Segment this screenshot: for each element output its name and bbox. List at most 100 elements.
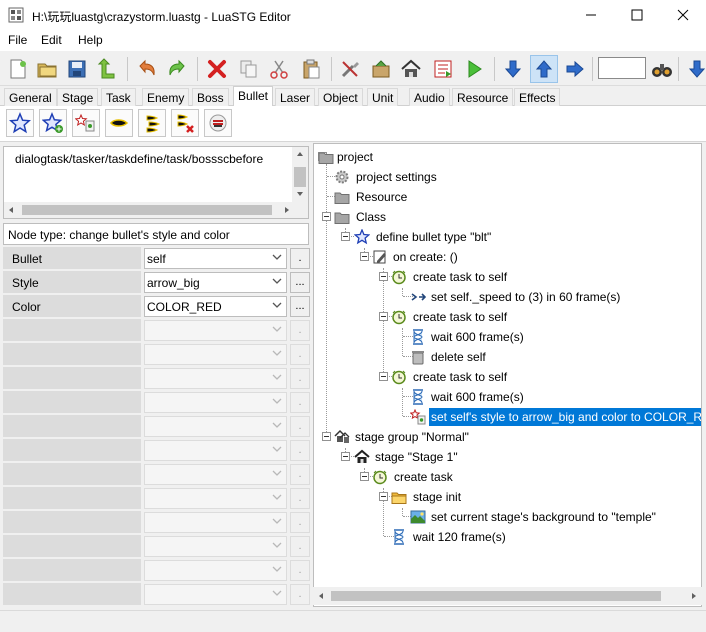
change-bullet-style-icon[interactable] bbox=[72, 109, 100, 137]
expander-on-create[interactable] bbox=[360, 252, 369, 261]
project-tree[interactable]: project project settings Resource Class … bbox=[313, 143, 702, 607]
create-bullet-icon[interactable] bbox=[39, 109, 67, 137]
property-label bbox=[3, 559, 141, 582]
expander-create-task[interactable] bbox=[360, 472, 369, 481]
path-hscroll[interactable] bbox=[4, 202, 308, 218]
property-edit-button: . bbox=[290, 368, 310, 389]
property-value-combo[interactable]: COLOR_RED bbox=[144, 296, 287, 317]
bullet-star-icon bbox=[353, 228, 371, 245]
tab-boss[interactable]: Boss bbox=[192, 88, 229, 106]
copy-icon[interactable] bbox=[236, 56, 262, 82]
open-folder-icon[interactable] bbox=[34, 56, 60, 82]
chevron-down-icon bbox=[272, 468, 282, 481]
home-icon bbox=[354, 449, 370, 465]
tab-unit[interactable]: Unit bbox=[367, 88, 399, 106]
tools-icon[interactable] bbox=[337, 56, 363, 82]
tab-general[interactable]: General bbox=[4, 88, 57, 106]
tab-stage[interactable]: Stage bbox=[57, 88, 99, 106]
property-label bbox=[3, 511, 141, 534]
folder-icon bbox=[334, 189, 350, 205]
cut-icon[interactable] bbox=[266, 56, 292, 82]
expander-task2[interactable] bbox=[379, 312, 388, 321]
tab-task[interactable]: Task bbox=[101, 88, 136, 106]
package-icon[interactable] bbox=[368, 56, 394, 82]
property-label bbox=[3, 391, 141, 414]
menu-file[interactable]: File bbox=[8, 33, 27, 47]
property-row: . bbox=[3, 391, 310, 415]
chevron-down-icon bbox=[272, 540, 282, 553]
move-down-icon-2[interactable] bbox=[684, 56, 706, 82]
maximize-button[interactable] bbox=[614, 0, 660, 30]
tab-audio[interactable]: Audio bbox=[409, 88, 450, 106]
chevron-down-icon bbox=[272, 324, 282, 337]
node-path-box[interactable]: dialogtask/tasker/taskdefine/task/bosssc… bbox=[3, 146, 309, 219]
chevron-down-icon bbox=[272, 516, 282, 529]
tab-bullet[interactable]: Bullet bbox=[233, 86, 274, 107]
move-up-icon[interactable] bbox=[530, 55, 558, 83]
category-tabs: General Stage Task Enemy Boss Bullet Las… bbox=[0, 86, 706, 107]
property-value-combo[interactable]: arrow_big bbox=[144, 272, 287, 293]
menu-edit[interactable]: Edit bbox=[41, 33, 62, 47]
bullet-shape-icon[interactable] bbox=[105, 109, 133, 137]
trash-icon bbox=[410, 349, 426, 365]
close-button[interactable] bbox=[660, 0, 706, 30]
property-row: Bullet self. bbox=[3, 247, 310, 271]
tab-effects[interactable]: Effects bbox=[514, 88, 561, 106]
delete-icon[interactable] bbox=[204, 56, 230, 82]
hourglass-icon bbox=[410, 389, 426, 405]
export-icon[interactable] bbox=[430, 56, 456, 82]
tab-object[interactable]: Object bbox=[318, 88, 363, 106]
property-value-combo bbox=[144, 464, 287, 485]
tab-resource[interactable]: Resource bbox=[452, 88, 514, 106]
property-edit-button: . bbox=[290, 320, 310, 341]
save-icon[interactable] bbox=[64, 56, 90, 82]
paste-icon[interactable] bbox=[298, 56, 324, 82]
hourglass-icon bbox=[391, 529, 407, 545]
property-row: . bbox=[3, 439, 310, 463]
zoom-input[interactable] bbox=[598, 57, 646, 79]
tab-laser[interactable]: Laser bbox=[275, 88, 316, 106]
property-label bbox=[3, 535, 141, 558]
move-right-icon[interactable] bbox=[562, 56, 588, 82]
tree-hscroll[interactable] bbox=[313, 587, 702, 605]
minimize-button[interactable] bbox=[568, 0, 614, 30]
path-vscroll[interactable] bbox=[292, 147, 308, 202]
property-label: Style bbox=[3, 271, 141, 294]
property-label bbox=[3, 343, 141, 366]
delete-bullet-icon[interactable] bbox=[171, 109, 199, 137]
chevron-down-icon bbox=[272, 348, 282, 361]
node-palette bbox=[0, 106, 706, 142]
property-row: Color COLOR_RED... bbox=[3, 295, 310, 319]
tab-enemy[interactable]: Enemy bbox=[142, 88, 190, 106]
expander-define-bullet[interactable] bbox=[341, 232, 350, 241]
property-value-combo bbox=[144, 392, 287, 413]
bullet-group-icon[interactable] bbox=[138, 109, 166, 137]
property-label bbox=[3, 439, 141, 462]
run-icon[interactable] bbox=[461, 56, 487, 82]
property-value-combo bbox=[144, 344, 287, 365]
property-edit-button[interactable]: ... bbox=[290, 296, 310, 317]
menu-help[interactable]: Help bbox=[78, 33, 103, 47]
redo-icon[interactable] bbox=[164, 56, 190, 82]
property-value-combo bbox=[144, 368, 287, 389]
new-file-icon[interactable] bbox=[5, 56, 31, 82]
menu-bar: File Edit Help bbox=[0, 30, 706, 51]
bullet-clear-icon[interactable] bbox=[204, 109, 232, 137]
undo-icon[interactable] bbox=[134, 56, 160, 82]
property-edit-button[interactable]: . bbox=[290, 248, 310, 269]
insert-child-icon[interactable] bbox=[94, 56, 120, 82]
expander-stage[interactable] bbox=[341, 452, 350, 461]
property-edit-button[interactable]: ... bbox=[290, 272, 310, 293]
expander-task1[interactable] bbox=[379, 272, 388, 281]
expander-stage-init[interactable] bbox=[379, 492, 388, 501]
move-down-icon[interactable] bbox=[500, 56, 526, 82]
expander-task3[interactable] bbox=[379, 372, 388, 381]
expander-stage-group[interactable] bbox=[322, 432, 331, 441]
property-value-combo[interactable]: self bbox=[144, 248, 287, 269]
folder-open-icon bbox=[391, 489, 407, 505]
binoculars-icon[interactable] bbox=[649, 56, 675, 82]
expander-class[interactable] bbox=[322, 212, 331, 221]
toolbar bbox=[0, 51, 706, 86]
home-icon[interactable] bbox=[398, 56, 424, 82]
define-bullet-icon[interactable] bbox=[6, 109, 34, 137]
